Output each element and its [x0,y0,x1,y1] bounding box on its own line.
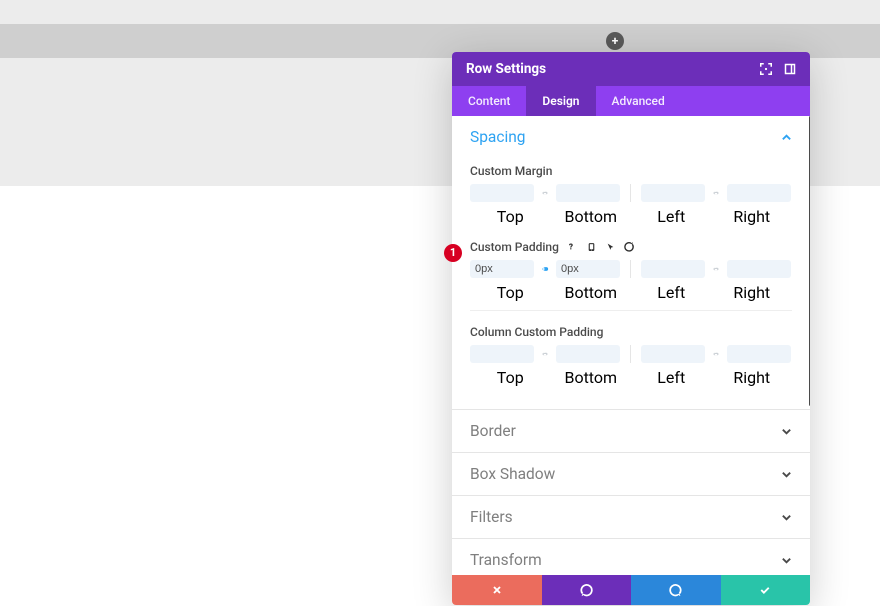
section-spacing-label: Spacing [470,128,525,146]
custom-padding-inputs [470,260,792,278]
divider [630,345,631,363]
canvas-top-strip [0,0,880,24]
column-custom-padding-label: Column Custom Padding [470,325,603,339]
custom-margin-inputs [470,184,792,202]
chevron-down-icon [781,555,792,566]
margin-right-label: Right [712,207,793,226]
section-spacing: Spacing Custom Margin [452,116,810,410]
help-icon[interactable]: ? [567,241,578,253]
undo-button[interactable] [542,575,632,605]
annotation-badge-1: 1 [444,244,462,262]
svg-text:?: ? [569,242,573,252]
link-icon[interactable] [709,262,723,276]
tab-content[interactable]: Content [452,86,526,116]
modal-title: Row Settings [466,61,546,77]
padding-top-input[interactable] [470,260,534,278]
chevron-down-icon [781,469,792,480]
column-custom-padding-inputs [470,345,792,363]
col-padding-bottom-label: Bottom [551,368,632,387]
custom-padding-block: Custom Padding ? [470,234,792,311]
link-icon[interactable] [538,262,552,276]
link-icon[interactable] [709,347,723,361]
hover-icon[interactable] [605,241,616,253]
link-icon[interactable] [538,186,552,200]
link-icon[interactable] [538,347,552,361]
margin-left-input[interactable] [641,184,705,202]
padding-bottom-label: Bottom [551,283,632,302]
tab-design[interactable]: Design [526,86,595,116]
focus-icon[interactable] [760,63,772,75]
section-spacing-header[interactable]: Spacing [452,116,810,158]
section-border-header[interactable]: Border [452,410,810,452]
section-transform-header[interactable]: Transform [452,539,810,575]
section-border: Border [452,410,810,453]
section-spacing-body: Custom Margin [452,158,810,409]
divider [630,184,631,202]
reset-icon[interactable] [624,241,635,253]
modal-tabs: Content Design Advanced [452,86,810,116]
column-custom-padding-block: Column Custom Padding [470,319,792,395]
tab-advanced[interactable]: Advanced [596,86,681,116]
expand-icon[interactable] [784,63,796,75]
custom-padding-label: Custom Padding [470,240,559,254]
cancel-button[interactable] [452,575,542,605]
custom-margin-block: Custom Margin [470,158,792,234]
chevron-up-icon [781,132,792,143]
margin-right-input[interactable] [727,184,791,202]
chevron-down-icon [781,512,792,523]
check-icon [758,584,772,596]
col-padding-bottom-input[interactable] [556,345,620,363]
sections-container: Spacing Custom Margin [452,116,810,575]
section-transform: Transform [452,539,810,575]
section-transform-label: Transform [470,551,542,569]
add-section-button[interactable]: + [606,32,624,50]
margin-bottom-input[interactable] [556,184,620,202]
col-padding-right-label: Right [712,368,793,387]
section-filters: Filters [452,496,810,539]
section-box-shadow-header[interactable]: Box Shadow [452,453,810,495]
col-padding-left-label: Left [631,368,712,387]
row-settings-modal: Row Settings Content Design Advanced Spa… [452,52,810,605]
section-filters-label: Filters [470,508,513,526]
margin-top-label: Top [470,207,551,226]
margin-left-label: Left [631,207,712,226]
padding-bottom-input[interactable] [556,260,620,278]
redo-button[interactable] [631,575,721,605]
chevron-down-icon [781,426,792,437]
margin-top-input[interactable] [470,184,534,202]
section-border-label: Border [470,422,516,440]
close-icon [491,584,503,596]
modal-header-actions [760,63,796,75]
margin-bottom-label: Bottom [551,207,632,226]
save-button[interactable] [721,575,811,605]
phone-icon[interactable] [586,241,597,253]
section-filters-header[interactable]: Filters [452,496,810,538]
padding-right-label: Right [712,283,793,302]
section-box-shadow-label: Box Shadow [470,465,555,483]
padding-left-input[interactable] [641,260,705,278]
link-icon[interactable] [709,186,723,200]
col-padding-left-input[interactable] [641,345,705,363]
redo-icon [669,583,683,597]
padding-right-input[interactable] [727,260,791,278]
divider [630,260,631,278]
section-box-shadow: Box Shadow [452,453,810,496]
col-padding-top-input[interactable] [470,345,534,363]
modal-header[interactable]: Row Settings [452,52,810,86]
scrollbar[interactable] [809,116,810,406]
undo-icon [579,583,593,597]
col-padding-top-label: Top [470,368,551,387]
padding-top-label: Top [470,283,551,302]
modal-footer [452,575,810,605]
padding-left-label: Left [631,283,712,302]
col-padding-right-input[interactable] [727,345,791,363]
custom-margin-label: Custom Margin [470,164,552,178]
